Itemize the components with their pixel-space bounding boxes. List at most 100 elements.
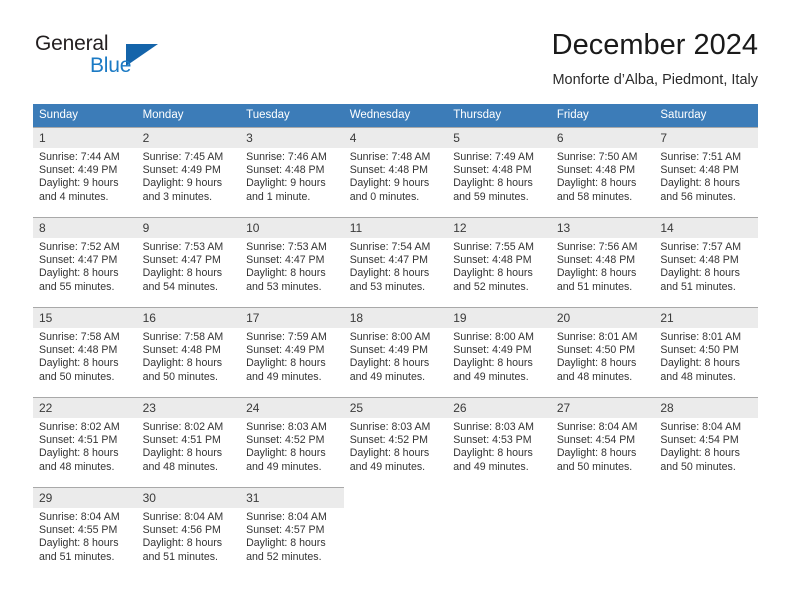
daylight-text-line2: and 49 minutes.	[349, 370, 426, 383]
day-cell[interactable]: 26 Sunrise: 8:03 AM Sunset: 4:53 PM Dayligh…	[447, 397, 551, 477]
sunset-text: Sunset: 4:50 PM	[556, 344, 636, 357]
daylight-text-line2: and 49 minutes.	[246, 370, 322, 383]
day-number: 6	[550, 128, 655, 148]
day-cell[interactable]: 4 Sunrise: 7:48 AM Sunset: 4:48 PM Daylight…	[343, 127, 448, 207]
day-number	[343, 487, 448, 507]
day-details: Sunrise: 8:03 AM Sunset: 4:52 PM Daylight:…	[240, 418, 344, 474]
day-number: 14	[654, 218, 758, 238]
day-cell[interactable]: 31 Sunrise: 8:04 AM Sunset: 4:57 PM Dayligh…	[240, 487, 344, 567]
sunrise-text: Sunrise: 8:04 AM	[556, 421, 638, 433]
day-cell[interactable]: 1 Sunrise: 7:44 AM Sunset: 4:49 PM Daylight…	[33, 127, 137, 207]
calendar-cell: 9 Sunrise: 7:53 AM Sunset: 4:47 PM Daylight…	[136, 217, 241, 297]
day-cell[interactable]: 17 Sunrise: 7:59 AM Sunset: 4:49 PM Dayligh…	[240, 307, 344, 387]
sunrise-text: Sunrise: 8:03 AM	[349, 421, 431, 433]
daylight-text-line2: and 50 minutes.	[556, 460, 633, 473]
daylight-text-line2: and 51 minutes.	[142, 550, 218, 563]
day-number: 19	[447, 308, 551, 328]
day-cell[interactable]: 19 Sunrise: 8:00 AM Sunset: 4:49 PM Dayligh…	[447, 307, 551, 387]
day-cell[interactable]: 13 Sunrise: 7:56 AM Sunset: 4:48 PM Dayligh…	[550, 217, 655, 297]
day-cell[interactable]: 11 Sunrise: 7:54 AM Sunset: 4:47 PM Dayligh…	[343, 217, 448, 297]
day-number: 22	[33, 398, 137, 418]
day-details: Sunrise: 7:51 AM Sunset: 4:48 PM Daylight:…	[654, 148, 758, 204]
daylight-text-line2: and 55 minutes.	[39, 280, 115, 293]
daylight-text-line2: and 59 minutes.	[453, 190, 529, 203]
daylight-text-line1: Daylight: 8 hours	[556, 177, 637, 190]
daylight-text-line2: and 49 minutes.	[453, 370, 529, 383]
day-details: Sunrise: 7:46 AM Sunset: 4:48 PM Daylight:…	[240, 148, 344, 204]
calendar-cell: 6 Sunrise: 7:50 AM Sunset: 4:48 PM Daylight…	[550, 127, 655, 207]
sunrise-text: Sunrise: 7:49 AM	[453, 151, 534, 163]
day-cell[interactable]: 7 Sunrise: 7:51 AM Sunset: 4:48 PM Daylight…	[654, 127, 758, 207]
daylight-text-line1: Daylight: 9 hours	[39, 177, 119, 190]
day-number	[654, 487, 758, 507]
day-cell[interactable]: 28 Sunrise: 8:04 AM Sunset: 4:54 PM Dayligh…	[654, 397, 758, 477]
calendar-cell	[550, 487, 655, 567]
day-number: 21	[654, 308, 758, 328]
sunset-text: Sunset: 4:49 PM	[39, 164, 118, 177]
calendar-week-row: 1 Sunrise: 7:44 AM Sunset: 4:49 PM Daylight…	[33, 127, 758, 207]
daylight-text-line1: Daylight: 8 hours	[142, 447, 223, 460]
day-number: 25	[343, 398, 448, 418]
calendar-cell: 30 Sunrise: 8:04 AM Sunset: 4:56 PM Dayligh…	[136, 487, 241, 567]
day-cell[interactable]: 9 Sunrise: 7:53 AM Sunset: 4:47 PM Daylight…	[136, 217, 241, 297]
day-cell[interactable]: 5 Sunrise: 7:49 AM Sunset: 4:48 PM Daylight…	[447, 127, 551, 207]
day-cell[interactable]: 22 Sunrise: 8:02 AM Sunset: 4:51 PM Dayligh…	[33, 397, 137, 477]
day-cell[interactable]: 25 Sunrise: 8:03 AM Sunset: 4:52 PM Dayligh…	[343, 397, 448, 477]
daylight-text-line1: Daylight: 8 hours	[556, 267, 637, 280]
sunrise-text: Sunrise: 7:52 AM	[39, 241, 120, 253]
day-number: 4	[343, 128, 448, 148]
day-number: 26	[447, 398, 551, 418]
day-details: Sunrise: 7:52 AM Sunset: 4:47 PM Daylight:…	[33, 238, 137, 294]
day-cell[interactable]: 30 Sunrise: 8:04 AM Sunset: 4:56 PM Dayligh…	[136, 487, 241, 567]
day-details: Sunrise: 8:03 AM Sunset: 4:53 PM Daylight:…	[447, 418, 551, 474]
day-cell[interactable]: 10 Sunrise: 7:53 AM Sunset: 4:47 PM Dayligh…	[240, 217, 344, 297]
day-cell[interactable]: 3 Sunrise: 7:46 AM Sunset: 4:48 PM Daylight…	[240, 127, 344, 207]
day-cell[interactable]: 24 Sunrise: 8:03 AM Sunset: 4:52 PM Dayligh…	[240, 397, 344, 477]
day-cell[interactable]: 20 Sunrise: 8:01 AM Sunset: 4:50 PM Dayligh…	[550, 307, 655, 387]
sunrise-text: Sunrise: 7:53 AM	[246, 241, 327, 253]
day-cell[interactable]: 21 Sunrise: 8:01 AM Sunset: 4:50 PM Dayligh…	[654, 307, 758, 387]
sunrise-text: Sunrise: 7:46 AM	[246, 151, 327, 163]
day-details: Sunrise: 7:49 AM Sunset: 4:48 PM Daylight:…	[447, 148, 551, 204]
day-cell[interactable]: 8 Sunrise: 7:52 AM Sunset: 4:47 PM Daylight…	[33, 217, 137, 297]
day-cell[interactable]: 12 Sunrise: 7:55 AM Sunset: 4:48 PM Dayligh…	[447, 217, 551, 297]
day-number	[550, 487, 655, 507]
day-cell[interactable]: 23 Sunrise: 8:02 AM Sunset: 4:51 PM Dayligh…	[136, 397, 241, 477]
day-cell[interactable]: 18 Sunrise: 8:00 AM Sunset: 4:49 PM Dayligh…	[343, 307, 448, 387]
week-spacer-cell	[33, 207, 758, 217]
day-cell[interactable]: 16 Sunrise: 7:58 AM Sunset: 4:48 PM Dayligh…	[136, 307, 241, 387]
calendar-cell: 11 Sunrise: 7:54 AM Sunset: 4:47 PM Dayligh…	[343, 217, 448, 297]
sunset-text: Sunset: 4:54 PM	[556, 434, 636, 447]
day-number: 17	[240, 308, 344, 328]
day-cell[interactable]: 27 Sunrise: 8:04 AM Sunset: 4:54 PM Dayligh…	[550, 397, 655, 477]
day-cell[interactable]: 14 Sunrise: 7:57 AM Sunset: 4:48 PM Dayligh…	[654, 217, 758, 297]
calendar-cell: 15 Sunrise: 7:58 AM Sunset: 4:48 PM Dayligh…	[33, 307, 137, 387]
daylight-text-line1: Daylight: 8 hours	[453, 177, 533, 190]
day-details: Sunrise: 8:04 AM Sunset: 4:55 PM Daylight:…	[33, 508, 137, 564]
day-details: Sunrise: 7:50 AM Sunset: 4:48 PM Daylight:…	[551, 148, 655, 204]
day-details: Sunrise: 7:53 AM Sunset: 4:47 PM Daylight:…	[137, 238, 241, 294]
sunset-text: Sunset: 4:48 PM	[349, 164, 429, 177]
day-cell[interactable]: 29 Sunrise: 8:04 AM Sunset: 4:55 PM Dayligh…	[33, 487, 137, 567]
sunset-text: Sunset: 4:57 PM	[246, 524, 325, 537]
week-spacer-cell	[33, 477, 758, 487]
calendar-cell: 12 Sunrise: 7:55 AM Sunset: 4:48 PM Dayligh…	[447, 217, 551, 297]
daylight-text-line1: Daylight: 8 hours	[39, 537, 119, 550]
sunset-text: Sunset: 4:47 PM	[39, 254, 118, 267]
sunrise-text: Sunrise: 8:00 AM	[453, 331, 534, 343]
daylight-text-line1: Daylight: 8 hours	[39, 267, 119, 280]
sunrise-text: Sunrise: 8:04 AM	[142, 511, 224, 523]
sunset-text: Sunset: 4:49 PM	[142, 164, 221, 177]
sunrise-text: Sunrise: 8:03 AM	[453, 421, 534, 433]
brand-logo[interactable]: General Blue	[33, 32, 253, 90]
day-cell-empty	[343, 487, 448, 567]
day-cell[interactable]: 2 Sunrise: 7:45 AM Sunset: 4:49 PM Daylight…	[136, 127, 241, 207]
day-cell[interactable]: 6 Sunrise: 7:50 AM Sunset: 4:48 PM Daylight…	[550, 127, 655, 207]
day-number: 11	[343, 218, 448, 238]
sunrise-text: Sunrise: 7:59 AM	[246, 331, 327, 343]
day-details: Sunrise: 8:01 AM Sunset: 4:50 PM Daylight:…	[551, 328, 655, 384]
calendar-cell	[654, 487, 758, 567]
day-cell[interactable]: 15 Sunrise: 7:58 AM Sunset: 4:48 PM Dayligh…	[33, 307, 137, 387]
sunset-text: Sunset: 4:49 PM	[349, 344, 429, 357]
sunrise-text: Sunrise: 8:03 AM	[246, 421, 327, 433]
